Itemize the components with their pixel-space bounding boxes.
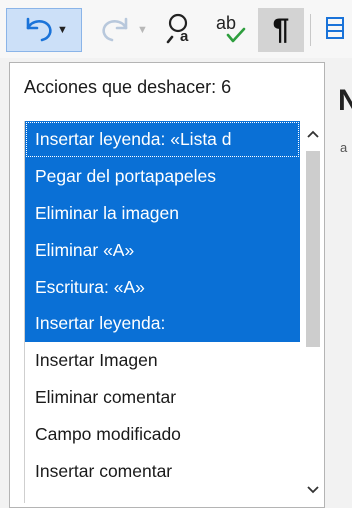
- table-icon: [325, 15, 345, 46]
- list-item[interactable]: Insertar comentar: [25, 453, 300, 490]
- list-item[interactable]: Insertar leyenda: «Lista d: [25, 121, 300, 158]
- list-item[interactable]: Campo modificado: [25, 416, 300, 453]
- list-item[interactable]: Insertar Imagen: [25, 342, 300, 379]
- undo-actions-list[interactable]: Insertar leyenda: «Lista d Pegar del por…: [24, 121, 324, 503]
- undo-dropdown-arrow-icon[interactable]: ▼: [57, 24, 68, 36]
- redo-dropdown-arrow-icon[interactable]: ▼: [137, 24, 148, 36]
- vertical-scrollbar[interactable]: [303, 121, 323, 503]
- list-item[interactable]: Eliminar comentar: [25, 379, 300, 416]
- list-item[interactable]: Eliminar «A»: [25, 231, 300, 269]
- document-heading-fragment: N: [338, 84, 352, 117]
- undo-list-items: Insertar leyenda: «Lista d Pegar del por…: [25, 121, 300, 490]
- spelling-icon: ab: [214, 11, 250, 50]
- list-item[interactable]: Insertar leyenda:: [25, 305, 300, 343]
- list-item[interactable]: Eliminar la imagen: [25, 194, 300, 232]
- undo-button[interactable]: ▼: [6, 8, 82, 52]
- find-replace-button[interactable]: a: [160, 8, 204, 52]
- list-item[interactable]: Pegar del portapapeles: [25, 157, 300, 195]
- toolbar: ▼ ▼ a ab ¶: [0, 0, 352, 58]
- formatting-marks-icon: ¶: [272, 13, 290, 46]
- toolbar-separator: [310, 14, 311, 46]
- document-text-fragment: a: [340, 140, 348, 155]
- find-replace-icon: a: [166, 11, 198, 50]
- list-item[interactable]: Escritura: «A»: [25, 268, 300, 306]
- scroll-down-arrow-icon[interactable]: [303, 477, 323, 503]
- formatting-marks-button[interactable]: ¶: [258, 8, 304, 52]
- spelling-button[interactable]: ab: [210, 8, 254, 52]
- redo-button[interactable]: ▼: [84, 8, 164, 52]
- scroll-up-arrow-icon[interactable]: [303, 121, 323, 147]
- scrollbar-thumb[interactable]: [306, 151, 320, 347]
- toolbar-overflow-button[interactable]: [318, 8, 352, 52]
- spelling-label: ab: [216, 13, 236, 33]
- undo-count-header: Acciones que deshacer: 6: [24, 77, 232, 97]
- svg-text:a: a: [180, 28, 189, 45]
- undo-actions-popup: Acciones que deshacer: 6 Insertar leyend…: [9, 62, 325, 508]
- redo-icon: [100, 13, 134, 48]
- undo-icon: [20, 13, 54, 48]
